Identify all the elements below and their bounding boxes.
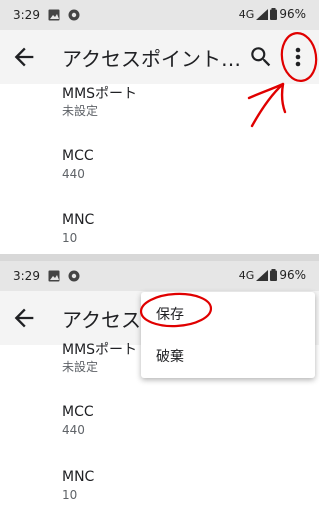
- pref-summary: 10: [62, 488, 78, 502]
- pref-summary: 440: [62, 167, 85, 181]
- back-arrow-icon[interactable]: [10, 43, 38, 71]
- pref-summary: 10: [62, 231, 78, 245]
- pref-summary: 未設定: [62, 360, 99, 374]
- status-right: 4G 96%: [239, 7, 306, 21]
- menu-item-save[interactable]: 保存: [156, 304, 184, 324]
- pref-title: MCC: [62, 148, 94, 164]
- pref-title: MMSポート: [62, 86, 138, 102]
- status-bar: 3:29 4G 96%: [0, 0, 319, 30]
- status-time: 3:29: [13, 8, 40, 22]
- menu-item-discard[interactable]: 破棄: [156, 346, 184, 366]
- search-icon[interactable]: [248, 44, 274, 70]
- back-arrow-icon[interactable]: [10, 304, 38, 332]
- chrome-icon: [68, 270, 80, 282]
- pref-summary: 未設定: [62, 104, 99, 118]
- battery-icon: [270, 269, 278, 281]
- network-label: 4G: [238, 268, 255, 282]
- battery-icon: [270, 8, 278, 20]
- pref-title: MNC: [62, 212, 95, 228]
- chrome-icon: [68, 9, 80, 21]
- status-bar: 3:29 4G 96%: [0, 261, 319, 291]
- pref-summary: 440: [62, 423, 85, 437]
- signal-icon: [256, 269, 269, 281]
- pref-title: MNC: [62, 469, 95, 485]
- image-icon: [48, 9, 60, 21]
- battery-percent: 96%: [279, 268, 306, 282]
- pref-title: MMSポート: [62, 342, 138, 358]
- app-bar: アクセスポイント…: [0, 30, 319, 84]
- status-time: 3:29: [13, 269, 40, 283]
- more-vert-icon[interactable]: [286, 42, 310, 72]
- screenshot-separator: [0, 254, 319, 261]
- overflow-menu: 保存 破棄: [141, 292, 315, 378]
- image-icon: [48, 270, 60, 282]
- network-label: 4G: [238, 7, 255, 21]
- pref-title: MCC: [62, 404, 94, 420]
- battery-percent: 96%: [279, 7, 306, 21]
- signal-icon: [256, 8, 269, 20]
- page-title: アクセスポイント…: [62, 47, 241, 71]
- status-right: 4G 96%: [239, 268, 306, 282]
- screenshot-top: 3:29 4G 96% アクセスポイント… MMSポート 未設定 MCC 440…: [0, 0, 319, 254]
